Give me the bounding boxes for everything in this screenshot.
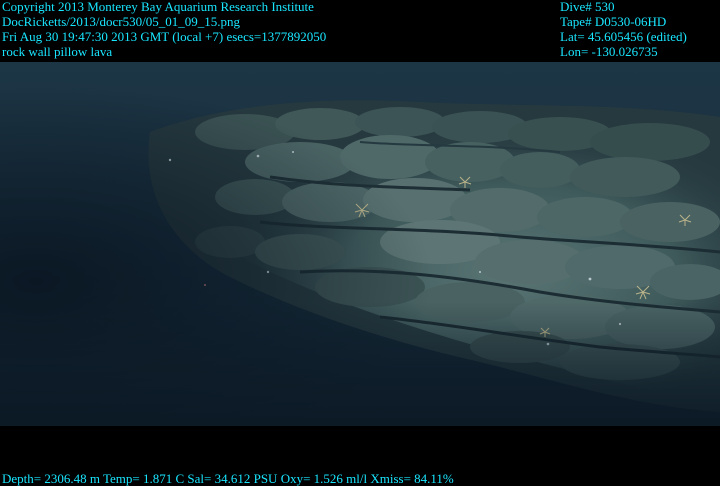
header-left-block: Copyright 2013 Monterey Bay Aquarium Res… (2, 0, 326, 59)
header-right-block: Dive# 530 Tape# D0530-06HD Lat= 45.60545… (560, 0, 687, 59)
seafloor-photo (0, 62, 720, 426)
copyright-text: Copyright 2013 Monterey Bay Aquarium Res… (2, 0, 314, 14)
telemetry-footer: Depth= 2306.48 m Temp= 1.871 C Sal= 34.6… (2, 471, 454, 486)
file-path-text: DocRicketts/2013/docr530/05_01_09_15.png (2, 14, 240, 29)
dive-number-text: Dive# 530 (560, 0, 615, 14)
tape-id-text: Tape# D0530-06HD (560, 14, 667, 29)
longitude-text: Lon= -130.026735 (560, 44, 658, 59)
datetime-text: Fri Aug 30 19:47:30 2013 GMT (local +7) … (2, 29, 327, 44)
description-text: rock wall pillow lava (2, 44, 113, 59)
latitude-text: Lat= 45.605456 (edited) (560, 29, 687, 44)
telemetry-text: Depth= 2306.48 m Temp= 1.871 C Sal= 34.6… (2, 471, 454, 486)
